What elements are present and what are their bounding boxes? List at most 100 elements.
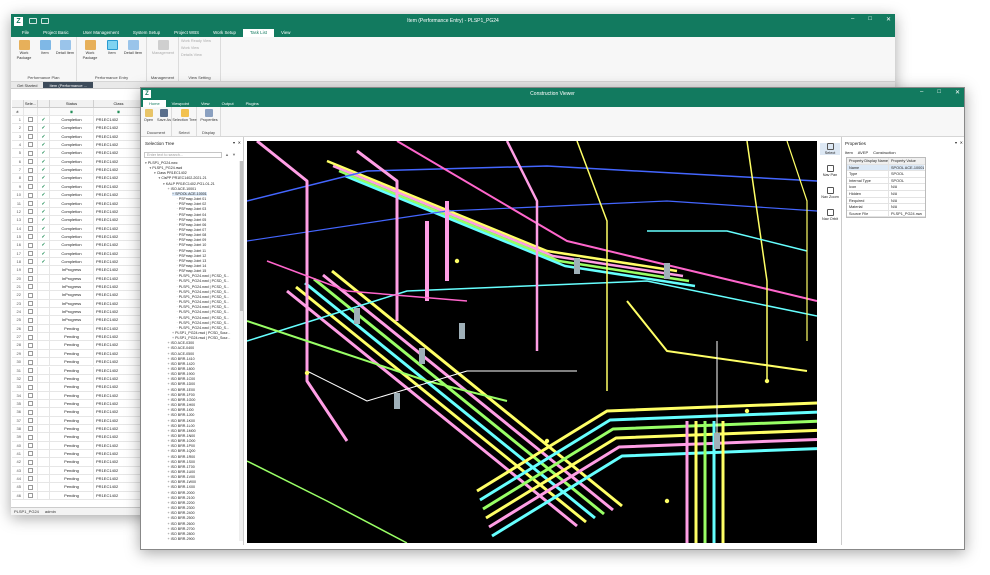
row-select-cell[interactable] xyxy=(24,475,38,483)
maximize-icon[interactable]: □ xyxy=(868,16,872,23)
tab-user-management[interactable]: User Management xyxy=(76,29,126,37)
tree-search-input[interactable]: Enter text to search... xyxy=(144,152,222,158)
row-select-checkbox[interactable] xyxy=(28,217,33,223)
row-select-cell[interactable] xyxy=(24,241,38,249)
panel-pin-icon[interactable]: ▾ xyxy=(233,140,235,145)
management-button[interactable]: Management xyxy=(151,40,175,56)
row-select-checkbox[interactable] xyxy=(28,125,33,131)
row-select-checkbox[interactable] xyxy=(28,284,33,290)
row-flag-cell[interactable] xyxy=(38,349,50,358)
tree-expand-icon[interactable]: + xyxy=(168,413,170,417)
row-select-cell[interactable] xyxy=(24,174,38,182)
row-flag-cell[interactable]: ✓ xyxy=(38,116,50,124)
table-row[interactable]: 41 Pending PR1EC1402 xyxy=(12,450,144,459)
entry-work-package-button[interactable]: Work Package xyxy=(78,40,102,60)
row-select-cell[interactable] xyxy=(24,383,38,391)
status-column-header[interactable]: Status xyxy=(50,100,94,107)
tree-node[interactable]: +ISO BRR-1N00 xyxy=(168,434,196,439)
tab-view[interactable]: View xyxy=(195,100,216,107)
tree-expand-icon[interactable]: + xyxy=(168,455,170,459)
row-flag-cell[interactable]: ✓ xyxy=(38,157,50,166)
tree-node[interactable]: ·PSFmap Joint 11 xyxy=(177,249,207,254)
row-select-cell[interactable] xyxy=(24,358,38,366)
table-row[interactable]: 40 Pending PR1EC1402 xyxy=(12,441,144,450)
doc-tab-get-started[interactable]: Get Started xyxy=(11,82,43,88)
row-flag-cell[interactable] xyxy=(38,383,50,391)
tree-node[interactable]: +ISO BRR-1410 xyxy=(168,357,195,362)
row-flag-cell[interactable] xyxy=(38,316,50,324)
tab-system-setup[interactable]: System Setup xyxy=(126,29,167,37)
row-select-cell[interactable] xyxy=(24,466,38,475)
row-flag-cell[interactable]: ✓ xyxy=(38,224,50,232)
row-select-cell[interactable] xyxy=(24,132,38,141)
table-row[interactable]: 28 Pending PR1EC1402 xyxy=(12,341,144,350)
row-flag-cell[interactable] xyxy=(38,291,50,299)
tree-node[interactable]: +ISO BRR-1420 xyxy=(168,362,195,367)
row-flag-cell[interactable]: ✓ xyxy=(38,216,50,224)
row-select-checkbox[interactable] xyxy=(28,493,33,499)
tree-node[interactable]: ·PLSP1_PG24.nwd | PCSD_S... xyxy=(177,274,229,279)
row-select-cell[interactable] xyxy=(24,433,38,441)
tree-node[interactable]: ·PLSP1_PG24.nwd | PCSD_S... xyxy=(177,279,229,284)
work-ready-view-item[interactable]: Work Ready View xyxy=(181,39,211,43)
row-select-checkbox[interactable] xyxy=(28,209,33,215)
property-row[interactable]: Required N/A xyxy=(847,197,925,205)
row-flag-cell[interactable]: ✓ xyxy=(38,149,50,157)
row-select-cell[interactable] xyxy=(24,408,38,416)
row-select-checkbox[interactable] xyxy=(28,234,33,240)
tool-select[interactable]: Select xyxy=(820,143,840,155)
table-row[interactable]: 44 Pending PR1EC1402 xyxy=(12,475,144,484)
tree-expand-icon[interactable]: + xyxy=(168,429,170,433)
table-row[interactable]: 4 ✓ Completion PR1EC1402 xyxy=(12,141,144,150)
row-select-checkbox[interactable] xyxy=(28,359,33,365)
row-select-cell[interactable] xyxy=(24,341,38,349)
tree-node[interactable]: +ISO BRR-1T00 xyxy=(168,465,195,470)
row-flag-cell[interactable] xyxy=(38,433,50,441)
tree-expand-icon[interactable]: + xyxy=(168,419,170,423)
row-select-cell[interactable] xyxy=(24,324,38,333)
row-select-checkbox[interactable] xyxy=(28,484,33,490)
row-select-cell[interactable] xyxy=(24,349,38,358)
tree-expand-icon[interactable]: + xyxy=(168,501,170,505)
row-flag-cell[interactable]: ✓ xyxy=(38,141,50,149)
tree-node[interactable]: +ISO BRR-1P00 xyxy=(168,444,195,449)
minimize-icon[interactable]: – xyxy=(920,89,923,96)
row-select-checkbox[interactable] xyxy=(28,459,33,465)
row-flag-cell[interactable]: ✓ xyxy=(38,182,50,191)
table-row[interactable]: 25 InProgress PR1EC1402 xyxy=(12,316,144,325)
class-column-header[interactable]: Class xyxy=(94,100,144,107)
row-select-checkbox[interactable] xyxy=(28,200,33,206)
row-select-checkbox[interactable] xyxy=(28,134,33,140)
row-select-cell[interactable] xyxy=(24,450,38,458)
tree-node[interactable]: ·PSFmap Joint 15 xyxy=(177,269,207,274)
row-select-checkbox[interactable] xyxy=(28,267,33,273)
table-row[interactable]: 24 InProgress PR1EC1402 xyxy=(12,308,144,317)
table-row[interactable]: 38 Pending PR1EC1402 xyxy=(12,424,144,434)
piping-model-scene[interactable] xyxy=(246,139,833,544)
tree-node[interactable]: +ISO BRR-2200 xyxy=(168,501,195,506)
table-row[interactable]: 6 ✓ Completion PR1EC1402 xyxy=(12,157,144,167)
tab-home[interactable]: Home xyxy=(143,100,166,107)
row-select-cell[interactable] xyxy=(24,191,38,199)
tree-node[interactable]: +ISO BRR-2400 xyxy=(168,511,195,516)
tree-expand-icon[interactable]: + xyxy=(168,393,170,397)
row-select-cell[interactable] xyxy=(24,266,38,274)
tree-expand-icon[interactable]: + xyxy=(168,352,170,356)
row-select-cell[interactable] xyxy=(24,216,38,224)
tree-node[interactable]: ·PLSP1_PG24.nwd | PCSD_S... xyxy=(177,316,229,321)
table-row[interactable]: 13 ✓ Completion PR1EC1402 xyxy=(12,216,144,225)
row-select-checkbox[interactable] xyxy=(28,384,33,390)
table-row[interactable]: 9 ✓ Completion PR1EC1402 xyxy=(12,182,144,192)
tree-scrollbar[interactable] xyxy=(239,161,243,541)
tree-node[interactable]: +ISO BRR-1K00 xyxy=(168,419,195,424)
table-row[interactable]: 30 Pending PR1EC1402 xyxy=(12,358,144,367)
close-icon[interactable]: ✕ xyxy=(955,89,960,96)
row-select-checkbox[interactable] xyxy=(28,301,33,307)
table-row[interactable]: 35 Pending PR1EC1402 xyxy=(12,399,144,409)
table-row[interactable]: 11 ✓ Completion PR1EC1402 xyxy=(12,199,144,208)
tree-node[interactable]: ·PSFmap Joint 01 xyxy=(177,197,207,202)
table-row[interactable]: 18 ✓ Completion PR1EC1402 xyxy=(12,257,144,267)
row-select-checkbox[interactable] xyxy=(28,367,33,373)
tree-node[interactable]: +ISO BRR-1X00 xyxy=(168,485,195,490)
property-row[interactable]: Internal Type SPOOL xyxy=(847,177,925,185)
